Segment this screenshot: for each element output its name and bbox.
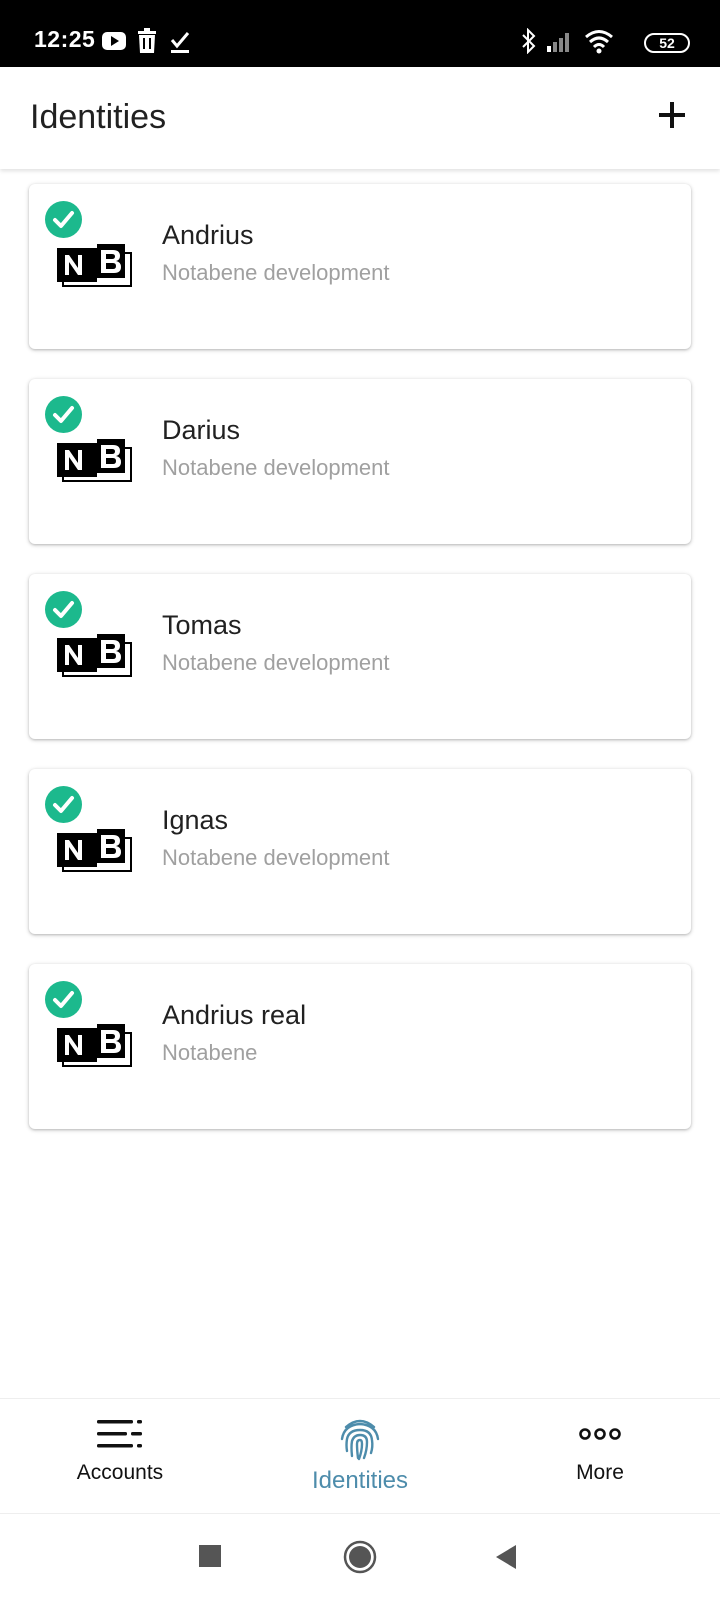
identity-card[interactable]: Tomas Notabene development (29, 574, 691, 739)
identity-name: Tomas (162, 610, 242, 640)
bluetooth-icon (522, 28, 536, 54)
verified-check-icon (45, 786, 82, 823)
notabene-logo-icon (57, 829, 132, 872)
status-system-icons: 52 (520, 28, 690, 54)
identity-card[interactable]: Andrius real Notabene (29, 964, 691, 1129)
trash-icon (138, 28, 156, 53)
verified-check-icon (45, 396, 82, 433)
home-icon[interactable] (343, 1540, 377, 1574)
identity-list: Andrius Notabene development Darius Nota… (29, 184, 691, 1159)
verified-check-icon (45, 201, 82, 238)
page-title: Identities (30, 98, 167, 136)
status-time: 12:25 (34, 26, 96, 52)
identity-organization: Notabene development (162, 455, 390, 480)
menu-lines-icon (97, 1420, 142, 1448)
verified-check-icon (45, 981, 82, 1018)
identity-organization: Notabene development (162, 845, 390, 870)
nav-accounts[interactable]: Accounts (0, 1399, 240, 1514)
battery-indicator: 52 (644, 33, 690, 53)
recent-apps-icon[interactable] (199, 1545, 221, 1567)
notabene-logo-icon (57, 634, 132, 677)
notabene-logo-icon (57, 1024, 132, 1067)
notabene-logo-icon (57, 439, 132, 482)
identity-card[interactable]: Darius Notabene development (29, 379, 691, 544)
nav-label: Accounts (76, 1461, 164, 1484)
notabene-logo-icon (57, 244, 132, 287)
identity-name: Andrius real (162, 1000, 307, 1030)
verified-check-icon (45, 591, 82, 628)
identity-organization: Notabene development (162, 260, 390, 285)
nav-label: Identities (311, 1467, 409, 1494)
identity-name: Darius (162, 415, 241, 445)
system-navigation-bar (0, 1513, 720, 1600)
back-icon[interactable] (494, 1544, 518, 1570)
plus-icon (659, 102, 685, 128)
app-bar: Identities (0, 67, 720, 169)
bottom-navigation: Accounts Identities More (0, 1398, 720, 1513)
wifi-icon (585, 30, 613, 54)
check-download-icon (170, 32, 190, 53)
signal-icon (547, 33, 569, 52)
fingerprint-icon (340, 1419, 380, 1461)
identity-organization: Notabene development (162, 650, 390, 675)
nav-label: More (576, 1461, 624, 1484)
identity-name: Andrius (162, 220, 254, 250)
identity-organization: Notabene (162, 1040, 258, 1065)
add-identity-button[interactable] (652, 95, 692, 135)
status-bar: 12:25 52 (0, 0, 720, 67)
youtube-icon (102, 32, 126, 50)
identity-card[interactable]: Andrius Notabene development (29, 184, 691, 349)
identity-name: Ignas (162, 805, 229, 835)
three-dots-icon (579, 1428, 621, 1440)
nav-more[interactable]: More (480, 1399, 720, 1514)
nav-identities[interactable]: Identities (240, 1399, 480, 1514)
identity-card[interactable]: Ignas Notabene development (29, 769, 691, 934)
